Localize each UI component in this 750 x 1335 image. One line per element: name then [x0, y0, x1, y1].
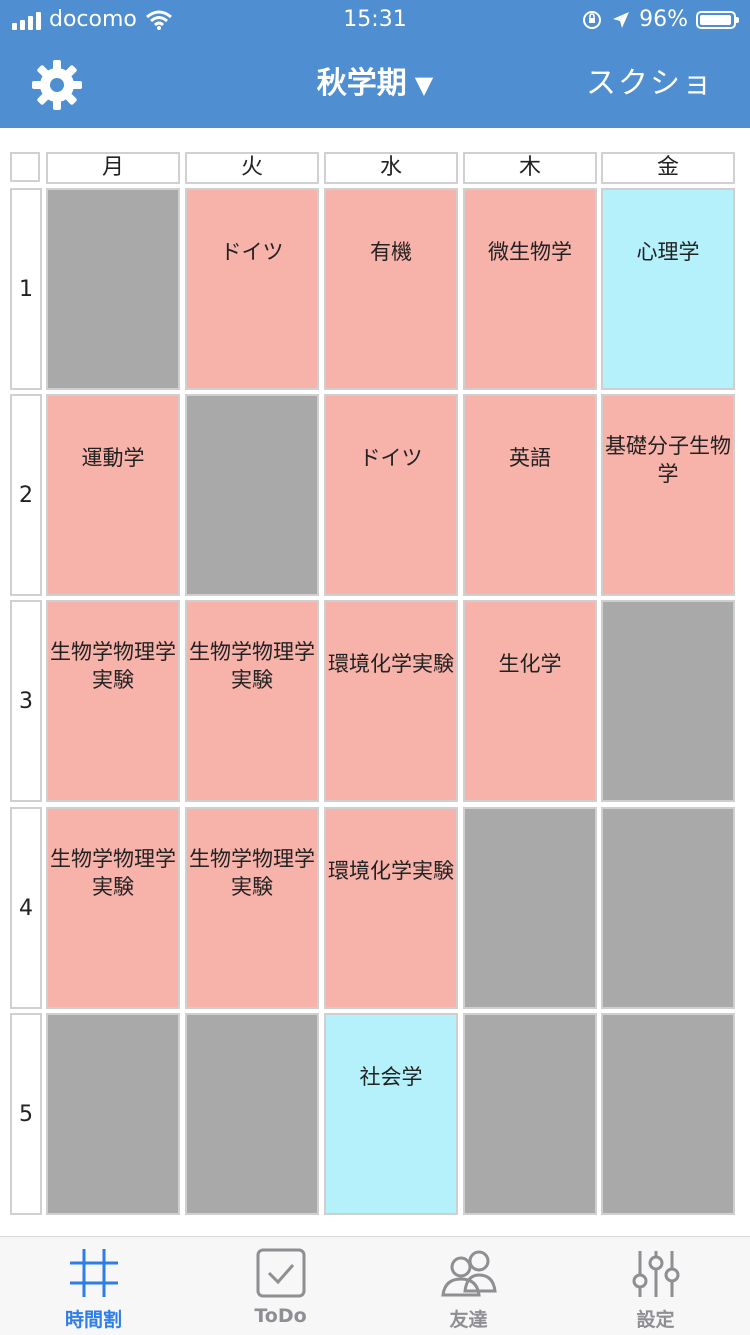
tab-label: 友達 — [449, 1309, 488, 1331]
timetable-grid: 月火水木金 1 2 3 4 5 ドイツ 有機 微生物学 心理学 運動学 ドイツ 英語 基礎分子生物学 生物学… — [10, 152, 738, 1216]
class-cell[interactable]: ドイツ — [185, 188, 319, 390]
battery-percent: 96% — [639, 7, 688, 32]
period-label: 2 — [10, 394, 42, 596]
class-cell[interactable]: 運動学 — [46, 394, 180, 596]
friends-icon — [440, 1250, 497, 1297]
tab-sliders[interactable]: 設定 — [562, 1237, 749, 1335]
empty-cell[interactable] — [185, 394, 319, 596]
class-cell[interactable]: 環境化学実験 — [324, 600, 458, 802]
class-cell[interactable]: 生化学 — [463, 600, 597, 802]
class-cell[interactable]: 生物学物理学実験 — [46, 600, 180, 802]
sliders-icon — [632, 1251, 679, 1297]
battery-icon — [696, 11, 739, 29]
screenshot-button[interactable]: スクショ — [586, 40, 714, 128]
tab-label: ToDo — [254, 1305, 307, 1327]
empty-cell[interactable] — [46, 1013, 180, 1215]
tab-bar: 時間割 ToDo 友達 設定 — [0, 1236, 750, 1335]
class-cell[interactable]: 生物学物理学実験 — [185, 807, 319, 1009]
day-header: 木 — [463, 152, 597, 184]
empty-cell[interactable] — [463, 807, 597, 1009]
class-cell[interactable]: ドイツ — [324, 394, 458, 596]
dropdown-arrow-icon: ▼ — [414, 71, 434, 99]
period-label: 3 — [10, 600, 42, 802]
day-header: 水 — [324, 152, 458, 184]
status-bar: docomo 15:31 96% — [0, 0, 750, 40]
empty-cell[interactable] — [185, 1013, 319, 1215]
location-arrow-icon — [613, 12, 630, 28]
class-cell[interactable]: 心理学 — [601, 188, 735, 390]
empty-cell[interactable] — [46, 188, 180, 390]
empty-cell[interactable] — [601, 600, 735, 802]
grid-icon — [69, 1249, 118, 1297]
term-title: 秋学期 — [316, 66, 407, 101]
tab-checkbox[interactable]: ToDo — [187, 1237, 374, 1335]
class-cell[interactable]: 社会学 — [324, 1013, 458, 1215]
header-bar: docomo 15:31 96% 秋学期 ▼ スクショ — [0, 0, 750, 128]
nav-row: 秋学期 ▼ スクショ — [0, 40, 750, 128]
empty-cell[interactable] — [601, 807, 735, 1009]
class-cell[interactable]: 生物学物理学実験 — [185, 600, 319, 802]
period-label: 5 — [10, 1013, 42, 1215]
class-cell[interactable]: 基礎分子生物学 — [601, 394, 735, 596]
class-cell[interactable]: 英語 — [463, 394, 597, 596]
class-cell[interactable]: 生物学物理学実験 — [46, 807, 180, 1009]
period-label: 4 — [10, 807, 42, 1009]
tab-label: 設定 — [636, 1309, 675, 1331]
period-label: 1 — [10, 188, 42, 390]
tab-grid[interactable]: 時間割 — [0, 1237, 187, 1335]
class-cell[interactable]: 微生物学 — [463, 188, 597, 390]
grid-corner — [10, 152, 40, 182]
rotation-lock-icon — [583, 11, 602, 29]
day-header: 月 — [46, 152, 180, 184]
class-cell[interactable]: 環境化学実験 — [324, 807, 458, 1009]
empty-cell[interactable] — [463, 1013, 597, 1215]
tab-label: 時間割 — [64, 1309, 122, 1331]
class-cell[interactable]: 有機 — [324, 188, 458, 390]
empty-cell[interactable] — [601, 1013, 735, 1215]
day-header: 金 — [601, 152, 735, 184]
checkbox-icon — [256, 1248, 305, 1298]
tab-friends[interactable]: 友達 — [375, 1237, 562, 1335]
day-header: 火 — [185, 152, 319, 184]
